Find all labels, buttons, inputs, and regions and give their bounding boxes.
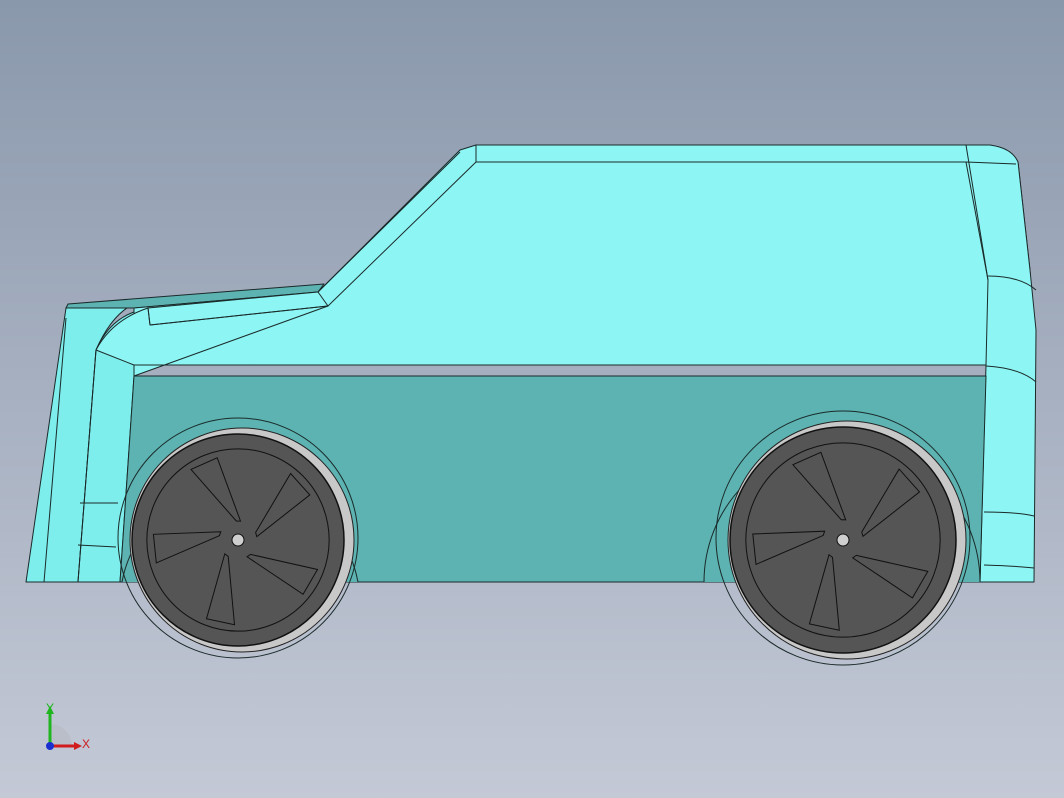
graphics-viewport[interactable]: Y X — [0, 0, 1064, 798]
front-hub — [231, 533, 245, 547]
triad-x-label: X — [82, 737, 90, 751]
triad-z-axis — [46, 742, 54, 750]
model-scene[interactable]: Y X — [0, 0, 1064, 798]
triad-y-label: Y — [46, 701, 54, 715]
rear-hub — [836, 533, 850, 547]
